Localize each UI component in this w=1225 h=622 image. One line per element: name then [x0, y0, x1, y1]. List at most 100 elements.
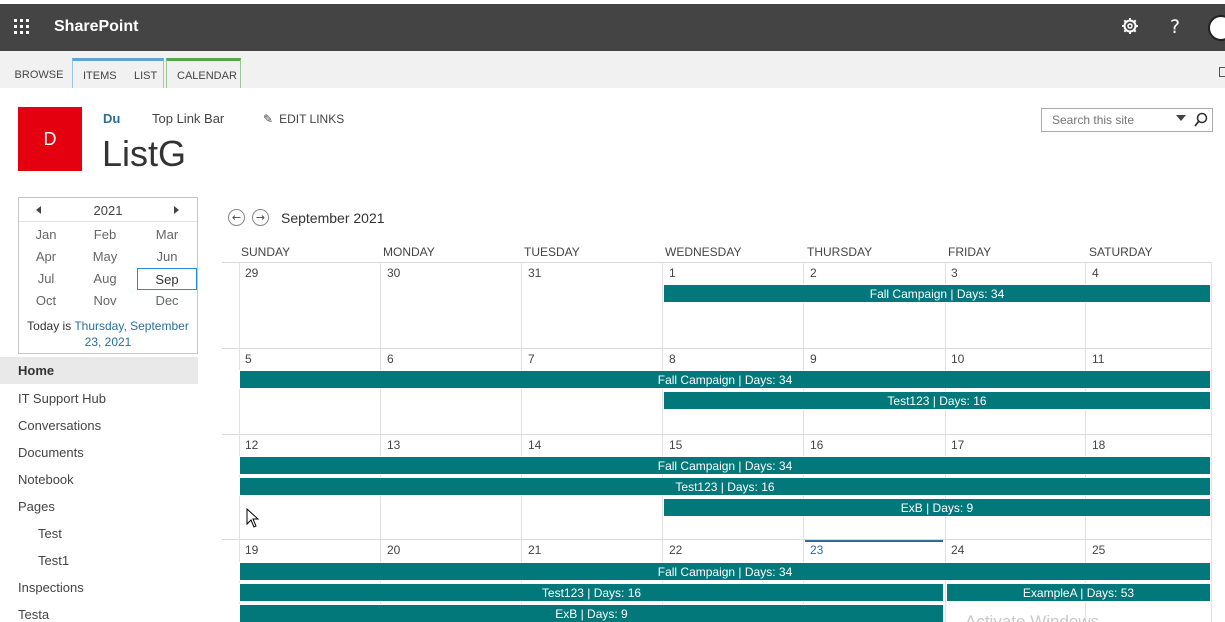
date-cell-number[interactable]: 4 [1092, 266, 1099, 280]
event-test123[interactable]: Test123 | Days: 16 [239, 583, 944, 602]
nav-item-it-support-hub[interactable]: IT Support Hub [0, 385, 198, 412]
month-aug[interactable]: Aug [75, 268, 135, 290]
waffle-icon[interactable] [14, 19, 30, 35]
event-fall-campaign[interactable]: Fall Campaign | Days: 34 [239, 370, 1211, 389]
month-may[interactable]: May [75, 246, 135, 268]
help-icon[interactable]: ? [1170, 16, 1180, 38]
today-link-line2[interactable]: 23, 2021 [85, 335, 132, 349]
page-title: ListG [102, 133, 187, 174]
week-divider [222, 348, 1212, 349]
nav-item-documents[interactable]: Documents [0, 439, 198, 466]
site-logo[interactable]: D [18, 107, 82, 171]
event-fall-campaign[interactable]: Fall Campaign | Days: 34 [239, 562, 1211, 581]
date-picker-nav: 2021 [19, 198, 197, 222]
today-link-line1[interactable]: Thursday, September [74, 319, 189, 333]
event-exb[interactable]: ExB | Days: 9 [239, 604, 944, 622]
date-cell-number[interactable]: 19 [245, 543, 258, 557]
date-cell-number[interactable]: 6 [387, 352, 394, 366]
calendar-tools-group: CALENDAR [166, 58, 241, 88]
nav-item-conversations[interactable]: Conversations [0, 412, 198, 439]
ribbon: BROWSE ITEMS LIST CALENDAR [0, 51, 1225, 88]
month-jun[interactable]: Jun [137, 246, 197, 268]
date-picker: 2021 Jan Feb Mar Apr May Jun Jul Aug Sep… [18, 197, 198, 354]
next-month-icon[interactable]: → [252, 209, 269, 226]
next-year-icon[interactable] [174, 206, 179, 214]
event-test123[interactable]: Test123 | Days: 16 [239, 477, 1211, 496]
event-fall-campaign[interactable]: Fall Campaign | Days: 34 [239, 456, 1211, 475]
edit-links-button[interactable]: ✎ EDIT LINKS [263, 112, 344, 126]
month-feb[interactable]: Feb [75, 224, 135, 246]
tab-items[interactable]: ITEMS [83, 70, 117, 82]
month-dec[interactable]: Dec [137, 290, 197, 312]
date-cell-number[interactable]: 9 [810, 352, 817, 366]
tab-calendar[interactable]: CALENDAR [177, 70, 237, 82]
nav-item-test[interactable]: Test [0, 520, 198, 547]
today-text: Today is Thursday, September 23, 2021 [19, 318, 197, 350]
date-cell-number[interactable]: 30 [387, 266, 400, 280]
search-box [1041, 108, 1213, 132]
tab-browse[interactable]: BROWSE [12, 59, 66, 88]
date-cell-number[interactable]: 12 [245, 438, 258, 452]
date-cell-number[interactable]: 25 [1092, 543, 1105, 557]
date-cell-number[interactable]: 2 [810, 266, 817, 280]
month-apr[interactable]: Apr [16, 246, 76, 268]
month-nov[interactable]: Nov [75, 290, 135, 312]
event-examplea[interactable]: ExampleA | Days: 53 [946, 583, 1211, 602]
month-mar[interactable]: Mar [137, 224, 197, 246]
gear-icon[interactable] [1120, 17, 1140, 37]
date-cell-number[interactable]: 5 [245, 352, 252, 366]
avatar[interactable] [1208, 15, 1225, 41]
day-header-sunday: SUNDAY [241, 245, 291, 259]
today-indicator [805, 540, 943, 542]
focus-content-icon[interactable] [1219, 67, 1225, 77]
date-cell-number[interactable]: 21 [528, 543, 541, 557]
date-cell-number[interactable]: 14 [528, 438, 541, 452]
date-cell-number[interactable]: 31 [528, 266, 541, 280]
day-header-thursday: THURSDAY [807, 245, 873, 259]
date-cell-number[interactable]: 18 [1092, 438, 1105, 452]
date-cell-number-today[interactable]: 23 [810, 543, 823, 557]
nav-item-notebook[interactable]: Notebook [0, 466, 198, 493]
nav-item-inspections[interactable]: Inspections [0, 574, 198, 601]
day-header-wednesday: WEDNESDAY [665, 245, 742, 259]
brand-title[interactable]: SharePoint [54, 18, 138, 36]
prev-month-icon[interactable]: ← [228, 209, 245, 226]
date-cell-number[interactable]: 10 [951, 352, 964, 366]
event-exb[interactable]: ExB | Days: 9 [663, 498, 1211, 517]
date-cell-number[interactable]: 7 [528, 352, 535, 366]
date-cell-number[interactable]: 24 [951, 543, 964, 557]
event-fall-campaign[interactable]: Fall Campaign | Days: 34 [663, 284, 1211, 303]
date-cell-number[interactable]: 20 [387, 543, 400, 557]
month-sep[interactable]: Sep [137, 268, 197, 290]
nav-item-test1[interactable]: Test1 [0, 547, 198, 574]
date-cell-number[interactable]: 29 [245, 266, 258, 280]
top-link-bar[interactable]: Top Link Bar [152, 111, 224, 126]
tab-list[interactable]: LIST [134, 70, 157, 82]
top-link-du[interactable]: Du [103, 111, 120, 126]
day-header-saturday: SATURDAY [1089, 245, 1153, 259]
edit-links-label: EDIT LINKS [279, 112, 345, 126]
date-cell-number[interactable]: 15 [669, 438, 682, 452]
date-cell-number[interactable]: 22 [669, 543, 682, 557]
search-input[interactable] [1042, 109, 1170, 131]
date-cell-number[interactable]: 11 [1092, 352, 1104, 366]
month-jul[interactable]: Jul [16, 268, 76, 290]
nav-item-testa[interactable]: Testa [0, 601, 198, 622]
date-cell-number[interactable]: 16 [810, 438, 823, 452]
date-cell-number[interactable]: 1 [669, 266, 676, 280]
nav-item-pages[interactable]: Pages [0, 493, 198, 520]
activate-windows-watermark: Activate Windows [965, 612, 1100, 622]
month-jan[interactable]: Jan [16, 224, 76, 246]
date-cell-number[interactable]: 13 [387, 438, 400, 452]
column-divider [1211, 262, 1212, 622]
nav-item-home[interactable]: Home [0, 357, 198, 384]
date-cell-number[interactable]: 3 [951, 266, 958, 280]
event-test123[interactable]: Test123 | Days: 16 [663, 391, 1211, 410]
date-cell-number[interactable]: 17 [951, 438, 964, 452]
date-cell-number[interactable]: 8 [669, 352, 676, 366]
week-divider [222, 434, 1212, 435]
list-tools-group: ITEMS LIST [72, 58, 164, 88]
month-oct[interactable]: Oct [16, 290, 76, 312]
search-icon[interactable] [1194, 112, 1208, 128]
search-scope-chevron-icon[interactable] [1176, 115, 1186, 121]
